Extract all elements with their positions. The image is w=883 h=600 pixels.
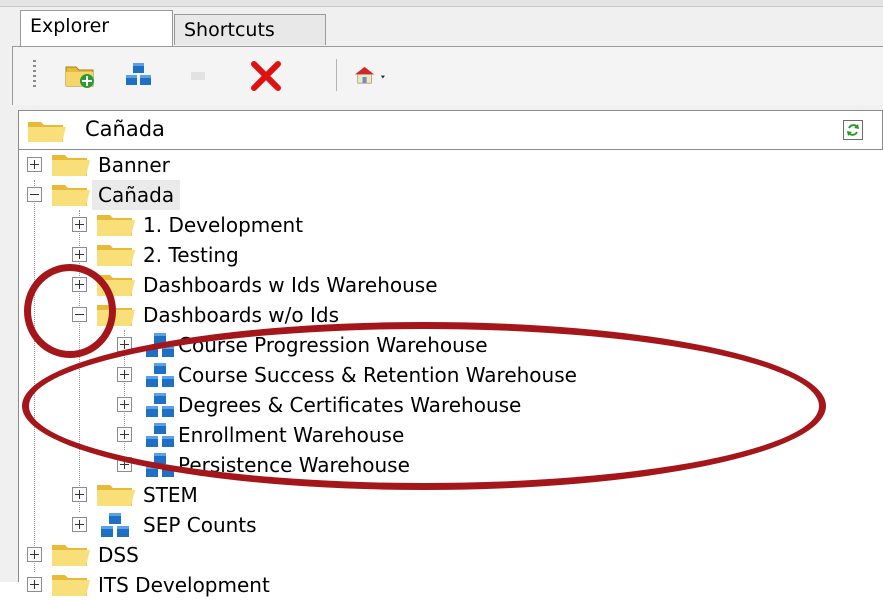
expand-toggle[interactable] [117, 367, 132, 382]
folder-tree: Banner Cañada 1. Development 2. Testing … [18, 150, 883, 597]
toolbar [12, 46, 883, 105]
explorer-panel: Explorer Shortcuts Cañada Banner Cañada … [0, 0, 883, 597]
new-warehouse-icon [126, 63, 151, 85]
tree-node-label: ITS Development [98, 573, 270, 597]
expand-toggle[interactable] [72, 217, 87, 232]
folder-icon [96, 481, 136, 509]
warehouse-icon [141, 331, 181, 359]
tree-node-label: Dashboards w/o Ids [143, 303, 339, 327]
tree-node-testing[interactable]: 2. Testing [72, 240, 872, 270]
folder-open-icon [51, 181, 91, 209]
new-folder-icon [65, 66, 94, 88]
disabled-button[interactable] [181, 58, 215, 92]
tree-node-its-development[interactable]: ITS Development [27, 570, 877, 600]
window-top-edge [0, 0, 883, 7]
tab-explorer[interactable]: Explorer [20, 10, 173, 46]
tree-node-dashboards-ids[interactable]: Dashboards w Ids Warehouse [72, 270, 872, 300]
home-icon [355, 66, 385, 84]
folder-icon [51, 151, 91, 179]
expand-toggle[interactable] [117, 397, 132, 412]
tree-node-canada[interactable]: Cañada [27, 180, 877, 210]
expand-toggle[interactable] [72, 517, 87, 532]
expand-toggle[interactable] [117, 427, 132, 442]
warehouse-icon [141, 421, 181, 449]
tree-node-label: Banner [98, 153, 170, 177]
tree-node-development[interactable]: 1. Development [72, 210, 872, 240]
folder-icon [51, 571, 91, 599]
toolbar-separator [336, 59, 337, 91]
tab-strip: Explorer Shortcuts [8, 10, 883, 46]
tree-node-label: Course Success & Retention Warehouse [178, 363, 577, 387]
warehouse-icon [141, 361, 181, 389]
tree-node-label: SEP Counts [143, 513, 257, 537]
warehouse-icon [141, 451, 181, 479]
refresh-button[interactable] [843, 120, 863, 140]
expand-toggle[interactable] [117, 457, 132, 472]
tree-node-banner[interactable]: Banner [27, 150, 877, 180]
new-warehouse-button[interactable] [121, 58, 155, 92]
expand-toggle[interactable] [27, 577, 42, 592]
tree-node-stem[interactable]: STEM [72, 480, 872, 510]
tree-node-label: 1. Development [143, 213, 304, 237]
tree-line [34, 180, 35, 572]
expand-toggle[interactable] [72, 247, 87, 262]
tree-node-dashboards-wo-ids[interactable]: Dashboards w/o Ids [72, 300, 872, 330]
tree-node-label: Degrees & Certificates Warehouse [178, 393, 522, 417]
new-folder-button[interactable] [63, 58, 97, 92]
home-dropdown-button[interactable] [353, 58, 403, 92]
folder-icon [96, 211, 136, 239]
collapse-toggle[interactable] [27, 187, 42, 202]
delete-button[interactable] [249, 58, 283, 92]
expand-toggle[interactable] [27, 157, 42, 172]
path-folder-icon [27, 119, 67, 147]
delete-icon [251, 61, 281, 91]
path-current: Cañada [85, 117, 165, 141]
folder-open-icon [96, 301, 136, 329]
tree-node-label: DSS [98, 543, 139, 567]
tree-node-label: 2. Testing [143, 243, 239, 267]
expand-toggle[interactable] [117, 337, 132, 352]
folder-icon [96, 271, 136, 299]
tree-node-enrollment[interactable]: Enrollment Warehouse [117, 420, 877, 450]
warehouse-icon [96, 511, 136, 539]
tree-node-dss[interactable]: DSS [27, 540, 877, 570]
tree-node-label: Course Progression Warehouse [178, 333, 488, 357]
path-bar[interactable]: Cañada [18, 110, 883, 150]
tree-node-label: Dashboards w Ids Warehouse [143, 273, 438, 297]
expand-toggle[interactable] [72, 277, 87, 292]
disabled-button-icon [191, 72, 205, 80]
tree-node-sep-counts[interactable]: SEP Counts [72, 510, 872, 540]
refresh-icon [843, 120, 863, 140]
expand-toggle[interactable] [72, 487, 87, 502]
warehouse-icon [141, 391, 181, 419]
tree-node-course-progression[interactable]: Course Progression Warehouse [117, 330, 877, 360]
folder-icon [96, 241, 136, 269]
toolbar-grip[interactable] [33, 60, 36, 90]
tree-node-label: STEM [143, 483, 198, 507]
folder-icon [51, 541, 91, 569]
tab-shortcuts[interactable]: Shortcuts [174, 14, 326, 45]
tree-node-label: Persistence Warehouse [178, 453, 410, 477]
tree-node-label: Cañada [92, 180, 181, 210]
tree-node-persistence[interactable]: Persistence Warehouse [117, 450, 877, 480]
tree-node-course-success[interactable]: Course Success & Retention Warehouse [117, 360, 877, 390]
tree-node-label: Enrollment Warehouse [178, 423, 405, 447]
expand-toggle[interactable] [27, 547, 42, 562]
collapse-toggle[interactable] [72, 307, 87, 322]
tree-node-degrees[interactable]: Degrees & Certificates Warehouse [117, 390, 877, 420]
